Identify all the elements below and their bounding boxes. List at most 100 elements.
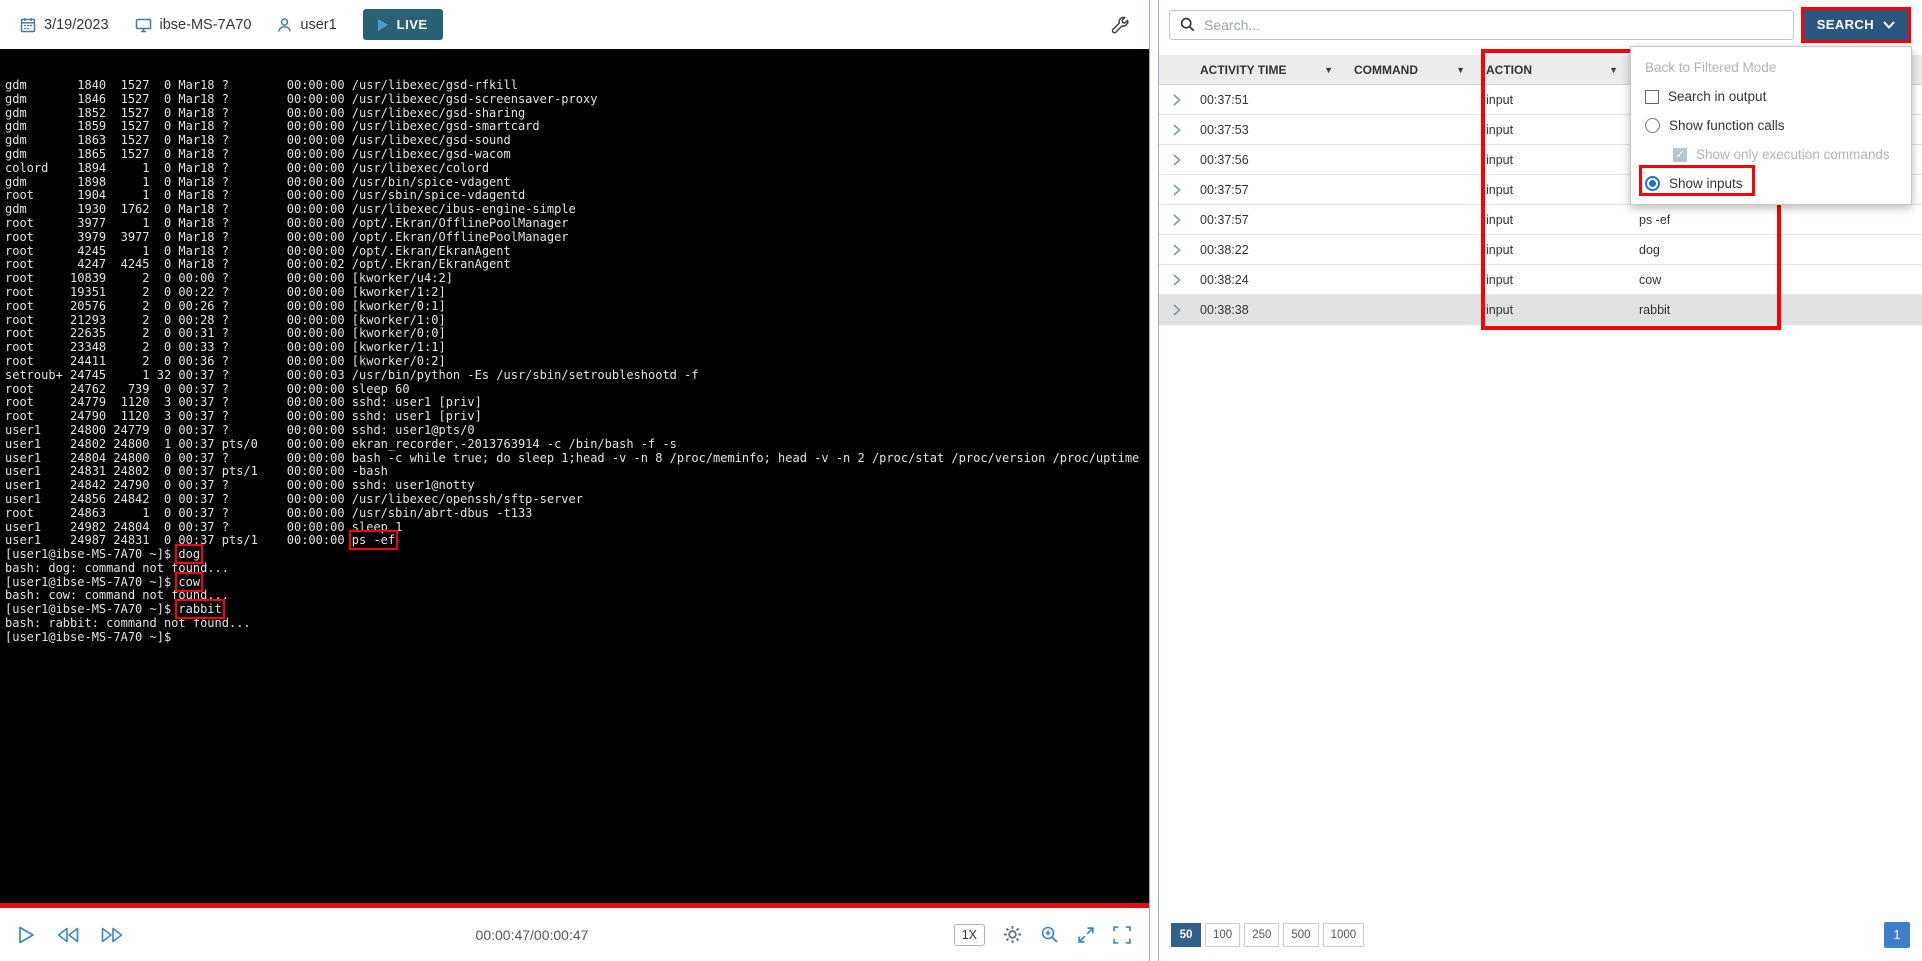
- chevron-down-icon: [1883, 21, 1895, 29]
- search-options-dropdown: Back to Filtered Mode Search in output Sho…: [1630, 46, 1912, 205]
- chevron-right-icon: [1173, 94, 1181, 106]
- wrench-icon: [1110, 15, 1129, 34]
- terminal-line: gdm 1852 1527 0 Mar18 ? 00:00:00 /usr/li…: [5, 107, 1139, 121]
- filter-icon[interactable]: ▼: [1324, 65, 1333, 75]
- session-user: user1: [277, 17, 336, 33]
- dropdown-item-show-inputs[interactable]: Show inputs: [1631, 169, 1911, 198]
- filter-icon[interactable]: ▼: [1456, 65, 1465, 75]
- expand-row-button[interactable]: [1159, 244, 1195, 256]
- dropdown-item-label: Back to Filtered Mode: [1645, 60, 1776, 75]
- terminal-line: gdm 1863 1527 0 Mar18 ? 00:00:00 /usr/li…: [5, 134, 1139, 148]
- terminal-line: root 4247 4245 0 Mar18 ? 00:00:02 /opt/.…: [5, 258, 1139, 272]
- terminal-line: root 4245 1 0 Mar18 ? 00:00:00 /opt/.Ekr…: [5, 245, 1139, 259]
- activity-time-cell: 00:37:57: [1195, 213, 1349, 227]
- expand-row-button[interactable]: [1159, 304, 1195, 316]
- expand-row-button[interactable]: [1159, 184, 1195, 196]
- input-text-cell: rabbit: [1634, 303, 1922, 317]
- live-button[interactable]: LIVE: [363, 9, 443, 40]
- gear-icon[interactable]: [1003, 925, 1022, 944]
- terminal-line: gdm 1865 1527 0 Mar18 ? 00:00:00 /usr/li…: [5, 148, 1139, 162]
- session-user-value: user1: [300, 17, 336, 33]
- zoom-in-icon[interactable]: [1040, 925, 1059, 944]
- fast-forward-button[interactable]: [101, 927, 123, 943]
- terminal-line: bash: dog: command not found...: [5, 562, 1139, 576]
- computer-icon: [135, 17, 152, 33]
- terminal-line: root 22635 2 0 00:31 ? 00:00:00 [kworker…: [5, 327, 1139, 341]
- page-size-button-100[interactable]: 100: [1205, 923, 1240, 947]
- column-header-command[interactable]: COMMAND ▼: [1349, 63, 1481, 77]
- terminal-line: [user1@ibse-MS-7A70 ~]$ cow: [5, 576, 1139, 590]
- dropdown-item-show-only-execution-commands: ✓ Show only execution commands: [1631, 140, 1911, 169]
- activity-time-cell: 00:38:22: [1195, 243, 1349, 257]
- search-button[interactable]: SEARCH: [1804, 10, 1908, 40]
- action-cell: input: [1481, 213, 1634, 227]
- session-viewer: 3/19/2023 ibse-MS-7A70 user1 LIVE: [0, 0, 1922, 961]
- activity-row[interactable]: 00:38:24 input cow: [1159, 265, 1922, 295]
- activity-row[interactable]: 00:38:22 input dog: [1159, 235, 1922, 265]
- expand-row-button[interactable]: [1159, 124, 1195, 136]
- terminal-line: user1 24831 24802 0 00:37 pts/1 00:00:00…: [5, 465, 1139, 479]
- action-cell: input: [1481, 243, 1634, 257]
- page-size-button-250[interactable]: 250: [1244, 923, 1279, 947]
- activity-time-cell: 00:37:53: [1195, 123, 1349, 137]
- dropdown-item-back-to-filtered-mode: Back to Filtered Mode: [1631, 53, 1911, 82]
- play-icon: [378, 19, 388, 31]
- column-header-action[interactable]: ACTION ▼: [1481, 63, 1634, 77]
- page-size-button-50[interactable]: 50: [1171, 923, 1201, 947]
- activity-time-cell: 00:37:56: [1195, 153, 1349, 167]
- expand-icon[interactable]: [1077, 926, 1095, 944]
- session-player-panel: 3/19/2023 ibse-MS-7A70 user1 LIVE: [0, 0, 1149, 961]
- dropdown-item-label: Show only execution commands: [1696, 147, 1890, 162]
- activity-time-cell: 00:37:51: [1195, 93, 1349, 107]
- terminal-line: gdm 1930 1762 0 Mar18 ? 00:00:00 /usr/li…: [5, 203, 1139, 217]
- column-header-activity-time[interactable]: ACTIVITY TIME ▼: [1195, 63, 1349, 77]
- filter-icon[interactable]: ▼: [1609, 65, 1618, 75]
- pagination-bar: 501002505001000 1: [1159, 908, 1922, 961]
- expand-row-button[interactable]: [1159, 94, 1195, 106]
- annotation-terminal-command: cow: [178, 575, 200, 589]
- terminal-line: root 3979 3977 0 Mar18 ? 00:00:00 /opt/.…: [5, 231, 1139, 245]
- dropdown-item-label: Show function calls: [1669, 118, 1785, 133]
- dropdown-item-label: Show inputs: [1669, 176, 1743, 191]
- terminal-line: root 24762 739 0 00:37 ? 00:00:00 sleep …: [5, 383, 1139, 397]
- rewind-button[interactable]: [57, 927, 79, 943]
- dropdown-item-search-in-output[interactable]: Search in output: [1631, 82, 1911, 111]
- playback-speed-button[interactable]: 1X: [954, 924, 985, 946]
- terminal-line: gdm 1898 1 0 Mar18 ? 00:00:00 /usr/bin/s…: [5, 176, 1139, 190]
- terminal-line: colord 1894 1 0 Mar18 ? 00:00:00 /usr/li…: [5, 162, 1139, 176]
- dropdown-item-label: Search in output: [1668, 89, 1766, 104]
- calendar-icon: [20, 17, 36, 33]
- session-agent: ibse-MS-7A70: [135, 17, 252, 33]
- dropdown-item-show-function-calls[interactable]: Show function calls: [1631, 111, 1911, 140]
- fullscreen-icon[interactable]: [1113, 926, 1131, 944]
- terminal-line: bash: rabbit: command not found...: [5, 617, 1139, 631]
- terminal-line: root 21293 2 0 00:28 ? 00:00:00 [kworker…: [5, 314, 1139, 328]
- activity-row[interactable]: 00:38:38 input rabbit: [1159, 295, 1922, 325]
- input-text-cell: cow: [1634, 273, 1922, 287]
- terminal-line: root 24790 1120 3 00:37 ? 00:00:00 sshd:…: [5, 410, 1139, 424]
- terminal-line: [user1@ibse-MS-7A70 ~]$: [5, 631, 1139, 645]
- checkbox-icon[interactable]: [1645, 90, 1659, 104]
- page-size-button-1000[interactable]: 1000: [1323, 923, 1365, 947]
- page-size-button-500[interactable]: 500: [1283, 923, 1318, 947]
- expand-row-button[interactable]: [1159, 274, 1195, 286]
- activity-time-cell: 00:38:24: [1195, 273, 1349, 287]
- activity-panel: SEARCH ACTIVITY TIME ▼ COMMAND ▼ ACTION …: [1159, 0, 1922, 961]
- player-bar: 00:00:47/00:00:47 1X: [0, 908, 1149, 961]
- radio-icon[interactable]: [1645, 118, 1660, 133]
- current-page-button[interactable]: 1: [1884, 922, 1910, 948]
- radio-icon[interactable]: [1645, 176, 1660, 191]
- live-button-label: LIVE: [397, 17, 428, 32]
- checkbox-icon: ✓: [1673, 148, 1687, 162]
- terminal-line: root 24863 1 0 00:37 ? 00:00:00 /usr/sbi…: [5, 507, 1139, 521]
- terminal-line: root 20576 2 0 00:26 ? 00:00:00 [kworker…: [5, 300, 1139, 314]
- panel-splitter[interactable]: [1149, 0, 1159, 961]
- chevron-right-icon: [1173, 214, 1181, 226]
- play-button[interactable]: [18, 926, 35, 944]
- expand-row-button[interactable]: [1159, 154, 1195, 166]
- activity-row[interactable]: 00:37:57 input ps -ef: [1159, 205, 1922, 235]
- terminal-line: [user1@ibse-MS-7A70 ~]$ rabbit: [5, 603, 1139, 617]
- session-tools-button[interactable]: [1110, 15, 1129, 34]
- search-input[interactable]: [1204, 17, 1783, 33]
- expand-row-button[interactable]: [1159, 214, 1195, 226]
